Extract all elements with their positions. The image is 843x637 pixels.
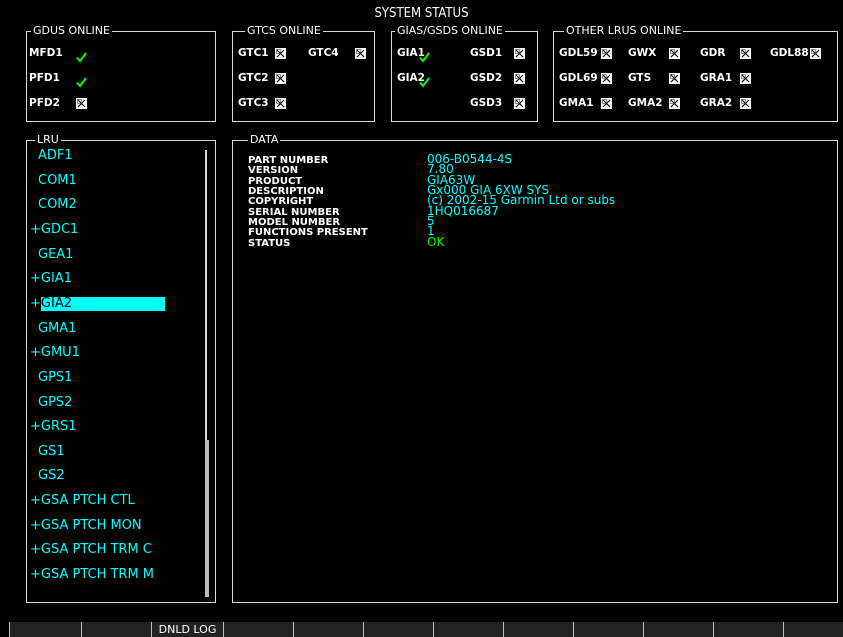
gdu-label-mfd1: MFD1 (29, 47, 63, 59)
failed-cross-icon (740, 48, 751, 59)
check-box-icon (76, 73, 87, 88)
softkey-dnld-log[interactable]: DNLD LOG (151, 622, 223, 637)
scrollbar-track-top (205, 150, 207, 446)
failed-cross-icon (275, 48, 286, 59)
gtc-label-gtc2: GTC2 (238, 72, 269, 84)
scrollbar-thumb[interactable] (205, 440, 209, 597)
gia-label-gsd2: GSD2 (470, 72, 503, 84)
failed-cross-icon (514, 48, 525, 59)
failed-cross-icon (601, 48, 612, 59)
check-box-icon (419, 73, 430, 88)
data-key-version: VERSION (248, 165, 299, 177)
lru-item-prefix: + (30, 295, 41, 311)
gias-panel-title: GIAS/GSDS ONLINE (395, 24, 505, 37)
lru-list-item[interactable]: +GSA PTCH TRM C (30, 543, 152, 557)
gia-label-gsd3: GSD3 (470, 97, 503, 109)
softkey-blank[interactable] (713, 622, 783, 637)
softkey-blank[interactable] (783, 622, 843, 637)
other-label-gdl88: GDL88 (770, 47, 809, 59)
lru-list-item[interactable]: GPS2 (38, 395, 72, 410)
other-label-gma1: GMA1 (559, 97, 594, 109)
lru-list-item[interactable]: +GSA PTCH MON (30, 518, 142, 533)
failed-cross-icon (76, 98, 87, 109)
lru-list-item[interactable]: COM2 (38, 198, 77, 212)
gtc-label-gtc4: GTC4 (308, 47, 339, 59)
failed-cross-icon (601, 73, 612, 84)
softkey-blank[interactable] (363, 622, 433, 637)
failed-cross-icon (669, 98, 680, 109)
softkey-blank[interactable] (643, 622, 713, 637)
other-label-gma2: GMA2 (628, 97, 663, 109)
lru-list-item[interactable]: GEA1 (38, 247, 73, 262)
failed-cross-icon (275, 98, 286, 109)
gtcs-panel-title: GTCS ONLINE (245, 24, 323, 37)
other-label-gwx: GWX (628, 47, 657, 59)
lru-list-item[interactable]: ADF1 (38, 149, 73, 163)
softkey-blank[interactable] (433, 622, 503, 637)
other-label-gts: GTS (628, 72, 652, 84)
lru-list-item[interactable]: +GRS1 (30, 420, 77, 434)
softkey-blank[interactable] (81, 622, 151, 637)
check-box-icon (76, 48, 87, 63)
other-label-gra1: GRA1 (700, 72, 733, 84)
data-key-functions-present: FUNCTIONS PRESENT (248, 227, 368, 239)
gia-label-gsd1: GSD1 (470, 47, 503, 59)
softkey-blank[interactable] (9, 622, 81, 637)
lru-list-item[interactable]: GS2 (38, 469, 65, 483)
softkey-blank[interactable] (503, 622, 573, 637)
lru-list-item[interactable]: GS1 (38, 444, 65, 459)
failed-cross-icon (601, 98, 612, 109)
gdu-label-pfd1: PFD1 (29, 72, 60, 84)
other-label-gdr: GDR (700, 47, 726, 59)
data-value-status: OK (427, 234, 445, 249)
gtc-label-gtc1: GTC1 (238, 47, 269, 59)
check-box-icon (419, 48, 430, 63)
failed-cross-icon (669, 48, 680, 59)
lru-list-item[interactable]: +GMU1 (30, 346, 80, 360)
failed-cross-icon (740, 73, 751, 84)
data-key-copyright: COPYRIGHT (248, 196, 314, 208)
lru-list-item[interactable]: GPS1 (38, 370, 72, 385)
other-label-gra2: GRA2 (700, 97, 733, 109)
failed-cross-icon (810, 48, 821, 59)
lru-list-item[interactable]: COM1 (38, 173, 77, 188)
data-value-serial-number: 1HQ016687 (427, 203, 499, 218)
lru-list-item[interactable]: +GDC1 (30, 222, 78, 237)
failed-cross-icon (740, 98, 751, 109)
other-label-gdl69: GDL69 (559, 72, 598, 84)
failed-cross-icon (275, 73, 286, 84)
lru-list-item[interactable]: +GSA PTCH TRM M (30, 568, 154, 582)
softkey-blank[interactable] (573, 622, 643, 637)
data-panel-title: DATA (248, 133, 281, 146)
data-key-status: STATUS (248, 237, 291, 249)
other-label-gdl59: GDL59 (559, 47, 598, 59)
failed-cross-icon (669, 73, 680, 84)
lru-scrollbar[interactable] (205, 150, 209, 597)
lru-list-item[interactable]: +GSA PTCH CTL (30, 494, 135, 508)
gdus-panel-title: GDUS ONLINE (31, 24, 112, 37)
failed-cross-icon (514, 98, 525, 109)
failed-cross-icon (514, 73, 525, 84)
lru-list-item[interactable]: +GIA2 (30, 295, 165, 311)
other-panel-title: OTHER LRUS ONLINE (564, 24, 684, 37)
failed-cross-icon (355, 48, 366, 59)
lru-list-item[interactable]: GMA1 (38, 321, 76, 336)
lru-item-label: GIA2 (40, 296, 165, 311)
softkey-blank[interactable] (293, 622, 363, 637)
page-title: SYSTEM STATUS (374, 6, 469, 21)
lru-list-item[interactable]: +GIA1 (30, 272, 72, 286)
gdu-label-pfd2: PFD2 (29, 97, 60, 109)
gtc-label-gtc3: GTC3 (238, 97, 269, 109)
lru-panel-title: LRU (35, 133, 61, 146)
softkey-blank[interactable] (223, 622, 293, 637)
